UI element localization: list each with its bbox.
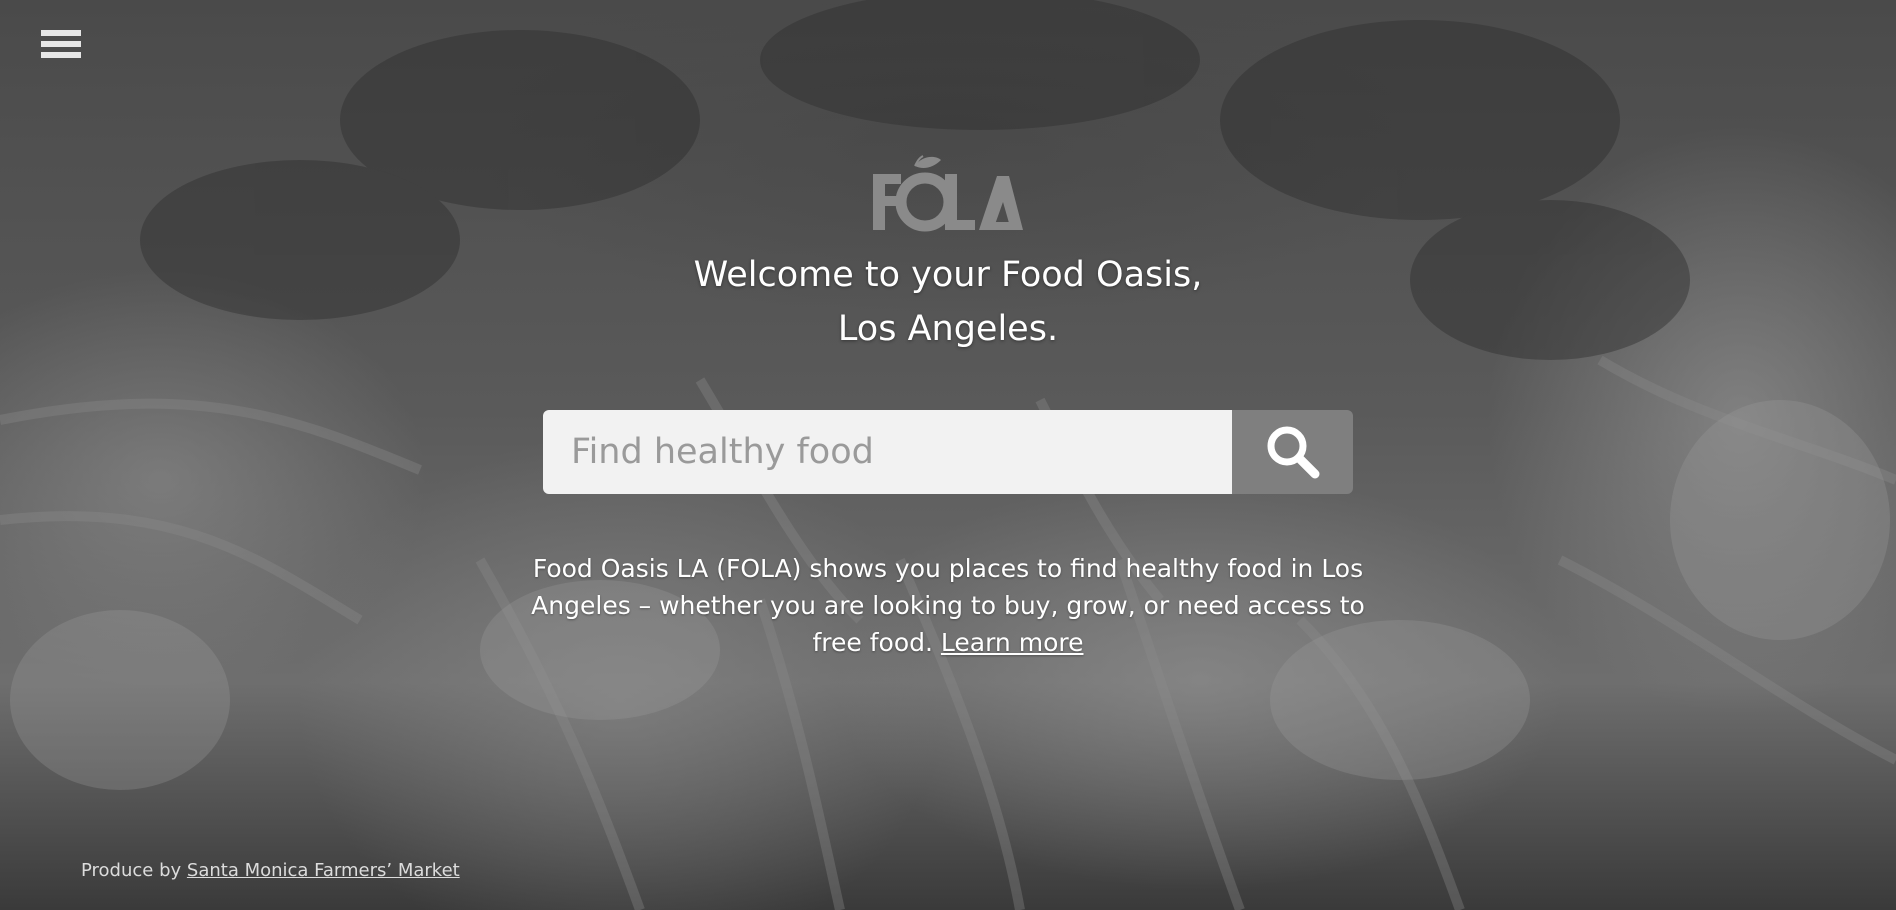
search-input[interactable] xyxy=(543,410,1232,494)
search-button[interactable] xyxy=(1232,410,1353,494)
menu-bar-top xyxy=(41,30,81,36)
menu-bar-bottom xyxy=(41,52,81,58)
learn-more-link[interactable]: Learn more xyxy=(941,628,1084,657)
hamburger-menu-icon[interactable] xyxy=(41,30,81,62)
welcome-heading-line2: Los Angeles. xyxy=(837,309,1059,349)
photo-credit: Produce by Santa Monica Farmers’ Market xyxy=(81,860,460,881)
fola-logo-mark xyxy=(873,155,1023,232)
fola-logo[interactable] xyxy=(871,152,1023,232)
search-icon xyxy=(1267,426,1319,479)
intro-description: Food Oasis LA (FOLA) shows you places to… xyxy=(528,550,1368,661)
menu-bar-middle xyxy=(41,41,81,47)
welcome-heading: Welcome to your Food Oasis, Los Angeles. xyxy=(548,248,1348,356)
photo-credit-prefix: Produce by xyxy=(81,860,182,881)
welcome-heading-line1: Welcome to your Food Oasis, xyxy=(693,255,1203,295)
search-form xyxy=(543,410,1353,494)
leaf-icon xyxy=(914,155,941,168)
photo-credit-link[interactable]: Santa Monica Farmers’ Market xyxy=(187,860,460,881)
